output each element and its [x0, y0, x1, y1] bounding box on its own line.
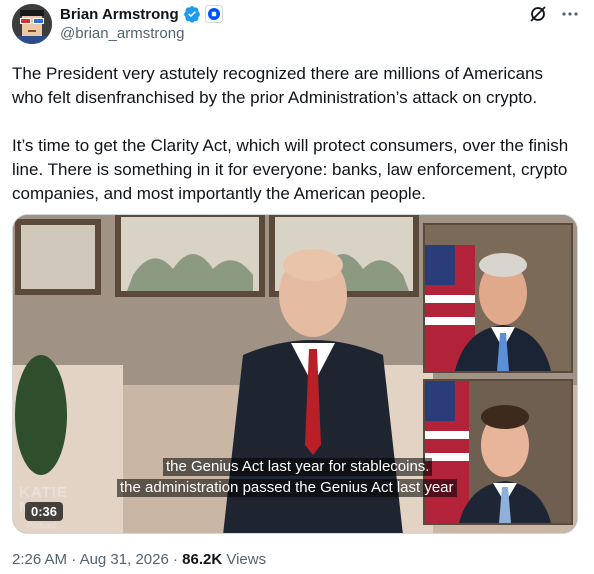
tweet-time[interactable]: 2:26 AM: [12, 551, 67, 568]
portrait-image: [425, 381, 571, 523]
author-name-row: Brian Armstrong: [60, 4, 223, 24]
show-logo-line-1: KATIE: [19, 484, 68, 501]
inset-portrait-bottom: [423, 379, 573, 525]
author-display-name[interactable]: Brian Armstrong: [60, 6, 179, 23]
verified-badge-icon: [183, 5, 201, 23]
avatar[interactable]: [12, 4, 52, 44]
tweet-date[interactable]: Aug 31, 2026: [80, 551, 169, 568]
inset-portrait-top: [423, 223, 573, 373]
more-options-icon[interactable]: [560, 4, 580, 24]
video-duration: 0:36: [25, 502, 64, 521]
tweet-text: The President very astutely recognized t…: [12, 62, 578, 206]
views-count[interactable]: 86.2K: [182, 551, 222, 568]
portrait-image: [425, 225, 571, 371]
views-label: Views: [226, 551, 267, 568]
video-player[interactable]: the Genius Act last year for stablecoins…: [12, 214, 578, 534]
tweet-top-actions: [528, 4, 580, 24]
author-handle[interactable]: @brian_armstrong: [60, 25, 184, 42]
meta-separator: ·: [71, 551, 77, 568]
show-subtitle: Podcast: [27, 521, 56, 530]
video-caption-line-2: the administration passed the Genius Act…: [117, 479, 457, 497]
video-caption-line-1: the Genius Act last year for stablecoins…: [163, 458, 433, 476]
tweet-paragraph-2: It’s time to get the Clarity Act, which …: [12, 136, 569, 203]
tweet-meta: 2:26 AM · Aug 31, 2026 · 86.2K Views: [12, 551, 266, 568]
coinbase-logo-icon[interactable]: [204, 5, 223, 23]
grok-icon[interactable]: [528, 4, 548, 24]
tweet-paragraph-1: The President very astutely recognized t…: [12, 64, 544, 107]
meta-separator: ·: [172, 551, 178, 568]
pixel-art-avatar-icon: [12, 4, 52, 44]
tweet-header: Brian Armstrong @brian_armstrong: [12, 2, 582, 46]
